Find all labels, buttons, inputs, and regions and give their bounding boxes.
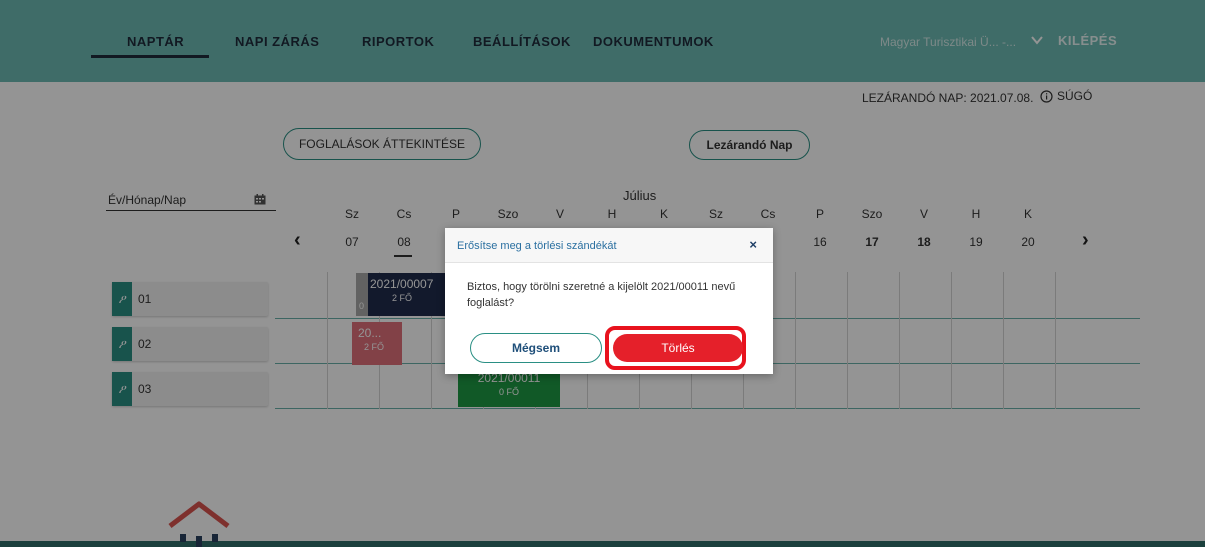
dialog-header: Erősítse meg a törlési szándékát × [445,228,773,263]
delete-button[interactable]: Törlés [613,334,743,362]
cancel-button[interactable]: Mégsem [470,333,602,363]
confirm-delete-dialog: Erősítse meg a törlési szándékát × Bizto… [445,228,773,374]
dialog-title: Erősítse meg a törlési szándékát [457,240,617,252]
dialog-message: Biztos, hogy törölni szeretné a kijelölt… [467,281,736,309]
close-icon[interactable]: × [749,237,757,252]
